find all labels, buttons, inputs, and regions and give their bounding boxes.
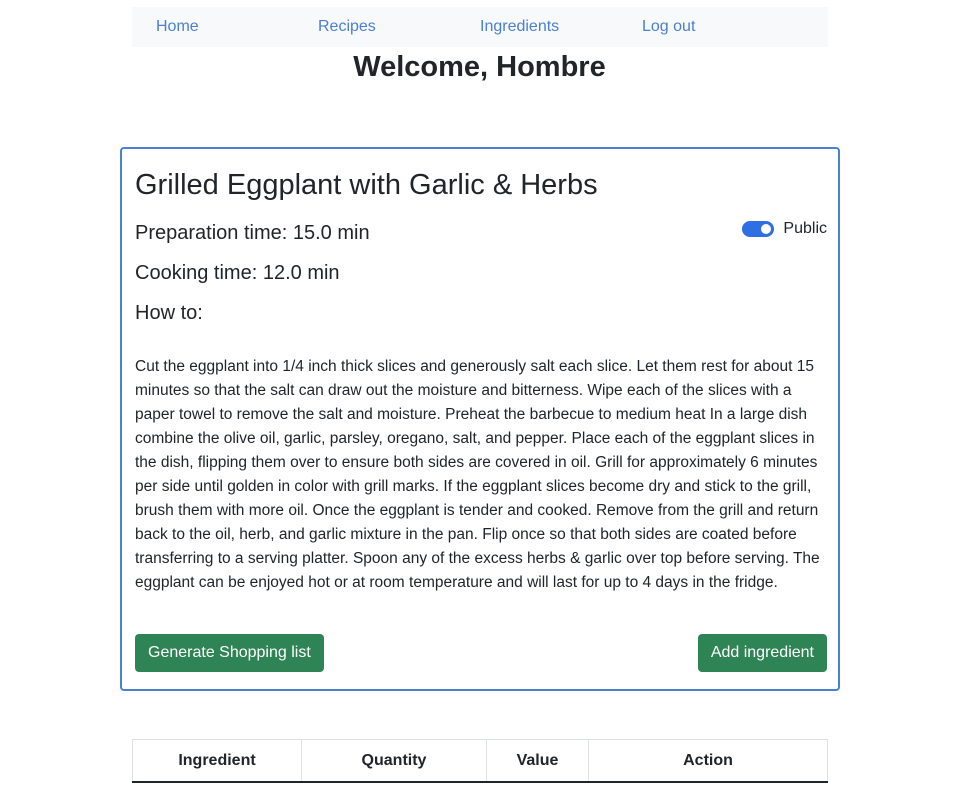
generate-shopping-list-button[interactable]: Generate Shopping list	[135, 634, 324, 672]
nav-ingredients-link[interactable]: Ingredients	[480, 18, 559, 36]
column-header-value: Value	[486, 739, 589, 783]
add-ingredient-button[interactable]: Add ingredient	[697, 634, 827, 672]
public-switch[interactable]	[742, 221, 775, 237]
public-toggle-label: Public	[783, 220, 827, 237]
nav-home-link[interactable]: Home	[156, 18, 199, 36]
top-navbar: Home Recipes Ingredients Log out	[132, 7, 828, 47]
recipe-card: Grilled Eggplant with Garlic & Herbs Pre…	[120, 147, 840, 691]
public-toggle[interactable]: Public	[742, 220, 827, 238]
recipe-instructions: Cut the eggplant into 1/4 inch thick sli…	[135, 358, 820, 591]
column-header-quantity: Quantity	[301, 739, 487, 783]
ingredients-table: Ingredient Quantity Value Action	[132, 739, 828, 783]
switch-knob	[761, 224, 772, 234]
table-header-row: Ingredient Quantity Value Action	[132, 739, 828, 783]
cooking-time: Cooking time: 12.0 min	[135, 262, 340, 284]
how-to-heading: How to:	[135, 302, 203, 324]
nav-recipes-link[interactable]: Recipes	[318, 18, 376, 36]
welcome-heading: Welcome, Hombre	[353, 51, 606, 83]
nav-logout-link[interactable]: Log out	[642, 18, 695, 36]
column-header-ingredient: Ingredient	[132, 739, 302, 783]
recipe-title: Grilled Eggplant with Garlic & Herbs	[135, 169, 598, 201]
column-header-action: Action	[588, 739, 828, 783]
preparation-time: Preparation time: 15.0 min	[135, 222, 370, 244]
